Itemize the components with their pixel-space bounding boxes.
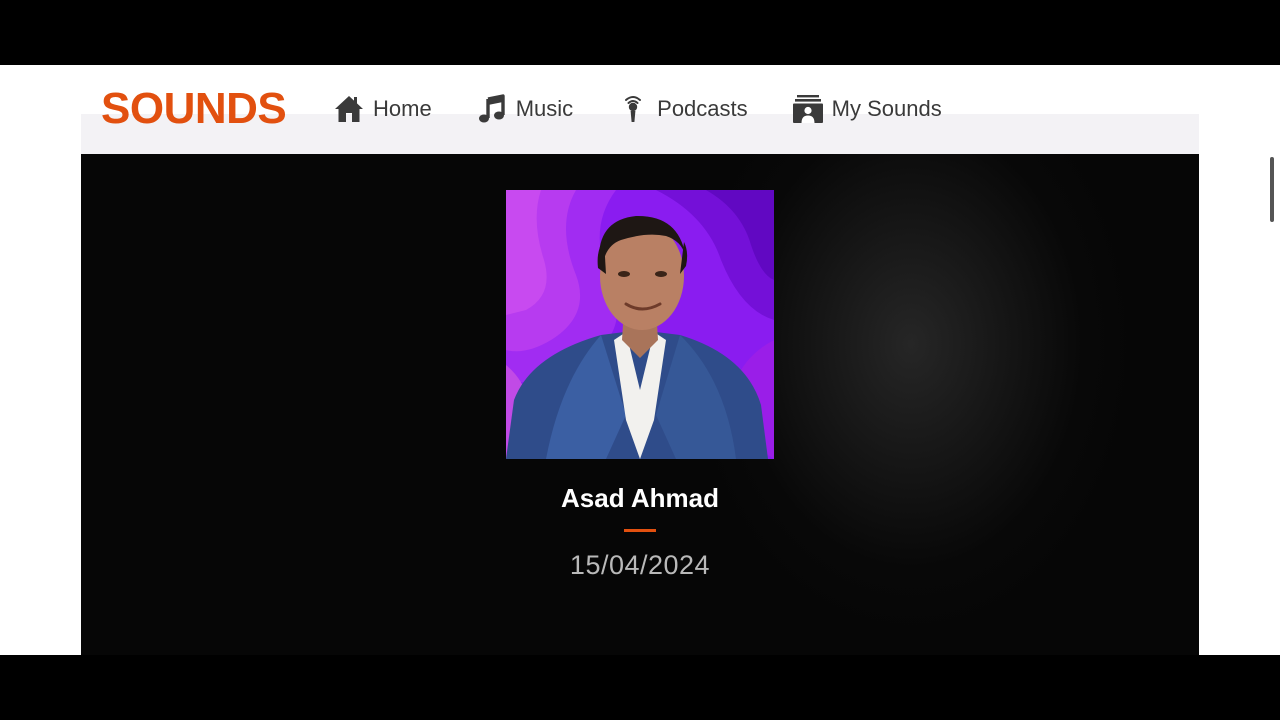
presenter-artwork[interactable] xyxy=(506,190,774,459)
nav-item-podcasts[interactable]: Podcasts xyxy=(617,92,748,126)
episode-title: Asad Ahmad xyxy=(561,483,719,513)
my-sounds-icon xyxy=(792,93,824,125)
letterbox-top xyxy=(0,0,1280,65)
site-header: SOUNDS Home Music Podcasts My Sounds xyxy=(81,65,1199,154)
home-icon xyxy=(333,93,365,125)
nav-label-podcasts: Podcasts xyxy=(657,96,748,121)
main-nav: Home Music Podcasts My Sounds xyxy=(333,92,986,126)
episode-hero: Asad Ahmad 15/04/2024 xyxy=(81,154,1199,655)
music-note-icon xyxy=(476,93,508,125)
nav-label-music: Music xyxy=(515,96,574,121)
nav-label-home: Home xyxy=(373,96,432,121)
episode-date: 15/04/2024 xyxy=(569,550,711,580)
letterbox-bottom xyxy=(0,655,1280,720)
podcast-microphone-icon xyxy=(617,93,649,125)
nav-label-my-sounds: My Sounds xyxy=(831,96,942,121)
nav-item-my-sounds[interactable]: My Sounds xyxy=(792,92,942,126)
nav-item-home[interactable]: Home xyxy=(333,92,432,126)
browser-viewport: SOUNDS Home Music Podcasts My Sounds Asa… xyxy=(0,65,1280,655)
title-divider xyxy=(624,529,656,532)
nav-item-music[interactable]: Music xyxy=(476,92,573,126)
presenter-portrait-image xyxy=(506,190,774,459)
page-scrollbar[interactable] xyxy=(1270,157,1274,222)
sounds-logo[interactable]: SOUNDS xyxy=(101,81,287,137)
